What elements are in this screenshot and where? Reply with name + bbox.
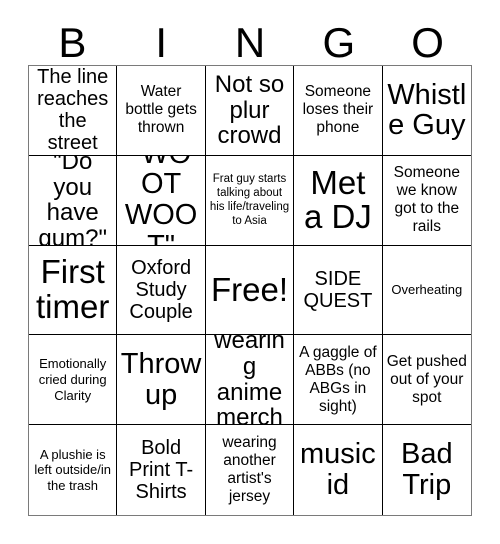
bingo-square[interactable]: Throw up [117, 335, 206, 426]
bingo-square[interactable]: Met a DJ [294, 155, 383, 246]
bingo-square-label: Frat guy starts talking about his life/t… [209, 173, 290, 228]
bingo-square-label: First timer [36, 253, 110, 325]
bingo-square-label: The line reaches the street [37, 66, 109, 155]
bingo-square-label: Overheating [391, 282, 463, 298]
bingo-square-label: Throw up [120, 348, 202, 411]
bingo-header-row: B I N G O [28, 18, 472, 65]
bingo-header-letter-i: I [155, 19, 168, 66]
bingo-square[interactable]: Emotionally cried during Clarity [29, 335, 118, 426]
bingo-card: B I N G O The line reaches the street Wat… [28, 18, 472, 516]
bingo-square[interactable]: wearing another artist's jersey [205, 425, 295, 515]
bingo-square-label: "WOOT WOOT" [124, 156, 198, 245]
bingo-square-label: SIDE QUEST [303, 267, 373, 312]
bingo-free-space[interactable]: Free! [205, 245, 295, 336]
bingo-square[interactable]: music id [294, 425, 383, 515]
bingo-square-label: Not so plur crowd [214, 70, 285, 150]
bingo-square-label: Bold Print T-Shirts [129, 437, 194, 504]
bingo-square-label: Met a DJ [303, 163, 372, 236]
bingo-grid: The line reaches the street Water bottle … [28, 65, 472, 516]
bingo-square[interactable]: "WOOT WOOT" [117, 155, 206, 246]
bingo-header-letter-g: G [322, 19, 356, 66]
bingo-square-label: Get pushed out of your spot [386, 352, 467, 406]
bingo-square[interactable]: A gaggle of ABBs (no ABGs in sight) [294, 335, 383, 426]
bingo-square[interactable]: The line reaches the street [29, 66, 118, 156]
bingo-header-letter-n: N [234, 19, 266, 66]
bingo-square[interactable]: Someone we know got to the rails [382, 155, 471, 246]
bingo-square-label: Whistle Guy [387, 78, 467, 142]
bingo-square[interactable]: "Do you have gum?" [29, 155, 118, 246]
bingo-square[interactable]: wearing anime merch [205, 335, 295, 426]
bingo-square-label: wearing another artist's jersey [222, 434, 277, 506]
bingo-square[interactable]: Bad Trip [382, 425, 471, 515]
bingo-square-label: music id [300, 438, 376, 502]
bingo-square-label: wearing anime merch [214, 335, 285, 426]
bingo-square[interactable]: Overheating [382, 245, 471, 336]
bingo-square[interactable]: A plushie is left outside/in the trash [29, 425, 118, 515]
bingo-square-label: Water bottle gets thrown [125, 83, 197, 137]
bingo-square-label: Oxford Study Couple [129, 256, 193, 323]
bingo-square[interactable]: SIDE QUEST [294, 245, 383, 336]
bingo-square-label: Bad Trip [400, 438, 453, 502]
bingo-square-label: Someone loses their phone [302, 83, 374, 137]
bingo-square-label: A gaggle of ABBs (no ABGs in sight) [299, 343, 377, 415]
bingo-square[interactable]: Whistle Guy [382, 66, 471, 156]
bingo-square[interactable]: Someone loses their phone [294, 66, 383, 156]
bingo-square[interactable]: First timer [29, 245, 118, 336]
bingo-square[interactable]: Water bottle gets thrown [117, 66, 206, 156]
bingo-square[interactable]: Get pushed out of your spot [382, 335, 471, 426]
bingo-square[interactable]: Bold Print T-Shirts [117, 425, 206, 515]
bingo-square[interactable]: Frat guy starts talking about his life/t… [205, 155, 295, 246]
bingo-header-letter-o: O [411, 19, 444, 66]
bingo-square[interactable]: Not so plur crowd [205, 66, 295, 156]
bingo-square-label: "Do you have gum?" [38, 155, 107, 246]
bingo-square[interactable]: Oxford Study Couple [117, 245, 206, 336]
bingo-square-label: Emotionally cried during Clarity [38, 356, 107, 403]
bingo-square-label: A plushie is left outside/in the trash [34, 446, 111, 493]
bingo-square-label: Someone we know got to the rails [393, 164, 460, 236]
bingo-header-letter-b: B [58, 19, 87, 66]
bingo-square-label: Free! [210, 270, 288, 308]
